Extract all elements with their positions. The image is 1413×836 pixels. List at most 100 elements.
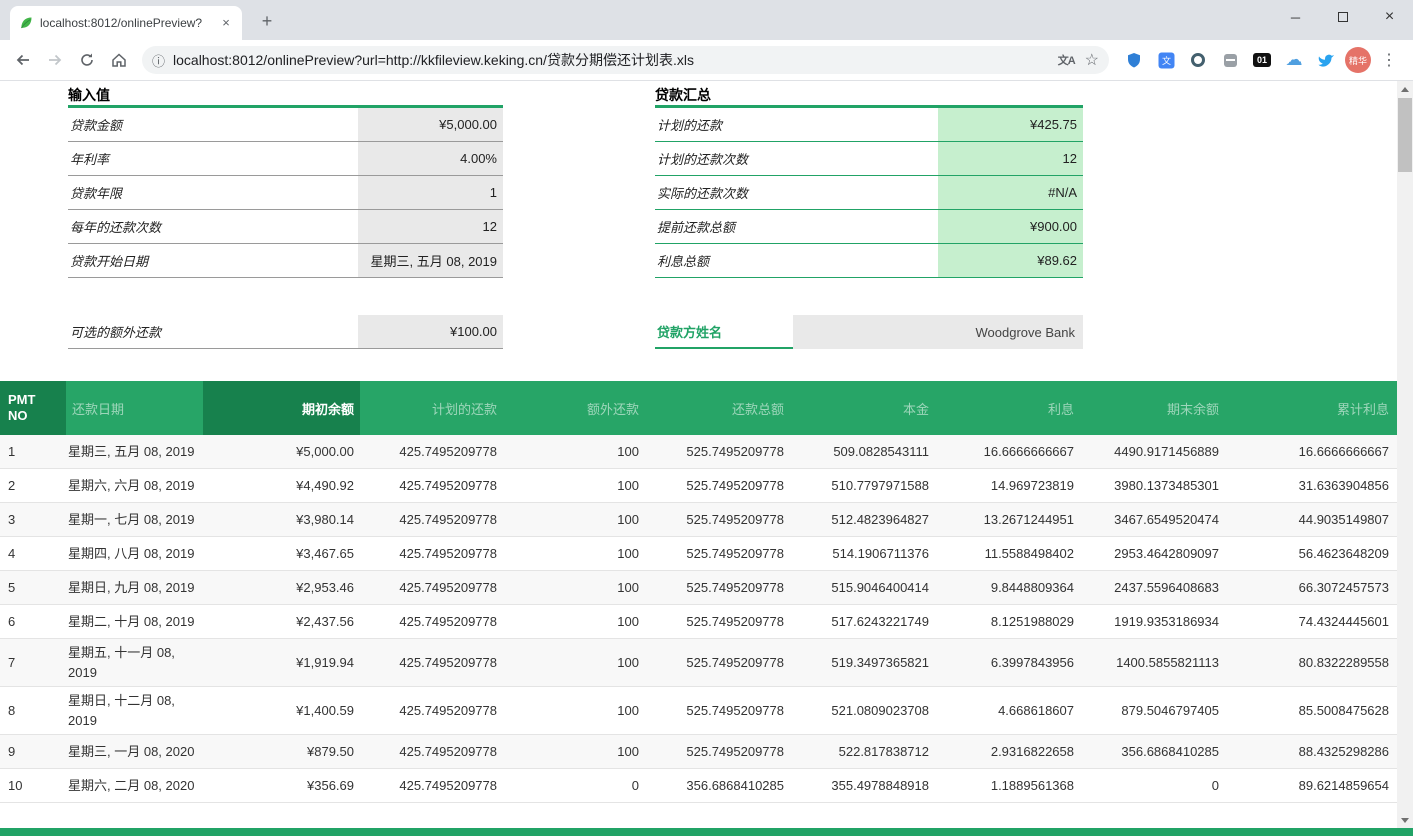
cell-total-payment: 525.7495209778 [645, 542, 790, 565]
cell-principal: 512.4823964827 [790, 508, 935, 531]
summary-table: 计划的还款 ¥425.75 计划的还款次数 12 实际的还款次数 #N/A 提前… [655, 108, 1083, 278]
cell-principal: 355.4978848918 [790, 774, 935, 797]
cell-pmt-no: 1 [0, 440, 66, 463]
cell-payment-date: 星期五, 十一月 08, 2019 [66, 639, 203, 686]
home-icon[interactable] [104, 45, 134, 75]
cell-scheduled-payment: 425.7495209778 [360, 474, 503, 497]
cell-cumulative-interest: 16.6666666667 [1225, 440, 1397, 463]
cell-cumulative-interest: 31.6363904856 [1225, 474, 1397, 497]
header-extra-payment: 额外还款 [503, 381, 645, 435]
cell-ending-balance: 3980.1373485301 [1080, 474, 1225, 497]
page-scrollbar[interactable] [1397, 81, 1413, 828]
cell-beginning-balance: ¥879.50 [203, 740, 360, 763]
cell-scheduled-payment: 425.7495209778 [360, 508, 503, 531]
tab-close-icon[interactable]: × [218, 15, 234, 31]
reload-icon[interactable] [72, 45, 102, 75]
summary-row: 实际的还款次数 #N/A [655, 176, 1083, 210]
extra-payment-value-cell: ¥100.00 [358, 315, 503, 348]
cell-payment-date: 星期六, 二月 08, 2020 [66, 772, 203, 800]
sheet-tab-bar [0, 828, 1413, 836]
cell-ending-balance: 1919.9353186934 [1080, 610, 1225, 633]
badge-01-extension-icon[interactable]: 01 [1249, 47, 1275, 73]
back-icon[interactable] [8, 45, 38, 75]
schedule-row: 1 星期三, 五月 08, 2019 ¥5,000.00 425.7495209… [0, 435, 1397, 469]
lender-label: 贷款方姓名 [655, 315, 793, 349]
profile-avatar[interactable]: 精华 [1345, 47, 1371, 73]
cell-pmt-no: 6 [0, 610, 66, 633]
window-minimize-icon[interactable]: ─ [1272, 0, 1319, 34]
cell-interest: 2.9316822658 [935, 740, 1080, 763]
cell-payment-date: 星期日, 十二月 08, 2019 [66, 687, 203, 734]
schedule-row: 7 星期五, 十一月 08, 2019 ¥1,919.94 425.749520… [0, 639, 1397, 687]
tab-strip: localhost:8012/onlinePreview? × + ─ × [0, 0, 1413, 40]
summary-label: 计划的还款 [655, 108, 938, 141]
summary-label: 计划的还款次数 [655, 142, 938, 175]
cell-principal: 517.6243221749 [790, 610, 935, 633]
cell-principal: 509.0828543111 [790, 440, 935, 463]
cell-cumulative-interest: 80.8322289558 [1225, 651, 1397, 674]
page-info-icon[interactable]: ⓘ [152, 51, 165, 70]
cloud-extension-icon[interactable]: ☁ [1281, 47, 1307, 73]
cell-scheduled-payment: 425.7495209778 [360, 542, 503, 565]
summary-value-cell: ¥900.00 [938, 210, 1083, 243]
cell-cumulative-interest: 56.4623648209 [1225, 542, 1397, 565]
cell-ending-balance: 0 [1080, 774, 1225, 797]
bookmark-star-icon[interactable]: ☆ [1085, 50, 1099, 70]
translate-extension-icon[interactable]: 文 [1153, 47, 1179, 73]
translate-icon[interactable]: 文A [1058, 52, 1075, 68]
scrollbar-up-icon[interactable] [1397, 81, 1413, 97]
schedule-header-row: PMT NO 还款日期 期初余额 计划的还款 额外还款 还款总额 本金 利息 期… [0, 381, 1397, 435]
cell-pmt-no: 8 [0, 699, 66, 722]
window-maximize-icon[interactable] [1319, 0, 1366, 34]
cell-interest: 16.6666666667 [935, 440, 1080, 463]
scrollbar-down-icon[interactable] [1397, 812, 1413, 828]
cell-interest: 8.1251988029 [935, 610, 1080, 633]
cell-extra-payment: 100 [503, 610, 645, 633]
cell-pmt-no: 10 [0, 774, 66, 797]
cell-payment-date: 星期二, 十月 08, 2019 [66, 608, 203, 636]
browser-menu-icon[interactable]: ⋮ [1377, 50, 1401, 70]
shield-extension-icon[interactable] [1121, 47, 1147, 73]
cell-interest: 14.969723819 [935, 474, 1080, 497]
cell-payment-date: 星期三, 一月 08, 2020 [66, 738, 203, 766]
cell-principal: 514.1906711376 [790, 542, 935, 565]
cell-payment-date: 星期四, 八月 08, 2019 [66, 540, 203, 568]
cell-extra-payment: 0 [503, 774, 645, 797]
cell-principal: 515.9046400414 [790, 576, 935, 599]
cell-extra-payment: 100 [503, 440, 645, 463]
cell-payment-date: 星期日, 九月 08, 2019 [66, 574, 203, 602]
kkfileview-leaf-icon [18, 15, 34, 31]
cell-interest: 11.5588498402 [935, 542, 1080, 565]
new-tab-button[interactable]: + [254, 9, 280, 35]
schedule-row: 9 星期三, 一月 08, 2020 ¥879.50 425.749520977… [0, 735, 1397, 769]
summary-row: 利息总额 ¥89.62 [655, 244, 1083, 278]
spreadsheet: 输入值 贷款汇总 贷款金额 ¥5,000.00 年利率 4.00% 贷款年限 1 [0, 81, 1397, 828]
cell-ending-balance: 4490.9171456889 [1080, 440, 1225, 463]
cell-principal: 510.7797971588 [790, 474, 935, 497]
bird-extension-icon[interactable] [1313, 47, 1339, 73]
input-row: 贷款年限 1 [68, 176, 503, 210]
schedule-rows: 1 星期三, 五月 08, 2019 ¥5,000.00 425.7495209… [0, 435, 1397, 803]
input-row: 年利率 4.00% [68, 142, 503, 176]
cell-pmt-no: 5 [0, 576, 66, 599]
ring-extension-icon[interactable] [1185, 47, 1211, 73]
cell-total-payment: 525.7495209778 [645, 440, 790, 463]
cell-total-payment: 525.7495209778 [645, 699, 790, 722]
amortization-table: PMT NO 还款日期 期初余额 计划的还款 额外还款 还款总额 本金 利息 期… [0, 381, 1397, 803]
window-close-icon[interactable]: × [1366, 0, 1413, 34]
gray-extension-icon[interactable] [1217, 47, 1243, 73]
cell-beginning-balance: ¥3,980.14 [203, 508, 360, 531]
cell-beginning-balance: ¥4,490.92 [203, 474, 360, 497]
browser-tab[interactable]: localhost:8012/onlinePreview? × [10, 6, 242, 40]
address-bar[interactable]: ⓘ localhost:8012/onlinePreview?url=http:… [142, 46, 1109, 74]
header-beginning-balance: 期初余额 [203, 381, 360, 435]
url-text[interactable]: localhost:8012/onlinePreview?url=http://… [173, 50, 1048, 70]
header-scheduled-payment: 计划的还款 [360, 381, 503, 435]
scrollbar-thumb[interactable] [1398, 98, 1412, 172]
cell-extra-payment: 100 [503, 474, 645, 497]
forward-icon[interactable] [40, 45, 70, 75]
header-principal: 本金 [790, 381, 935, 435]
input-row: 贷款开始日期 星期三, 五月 08, 2019 [68, 244, 503, 278]
cell-total-payment: 525.7495209778 [645, 610, 790, 633]
input-value-cell: 星期三, 五月 08, 2019 [358, 244, 503, 277]
